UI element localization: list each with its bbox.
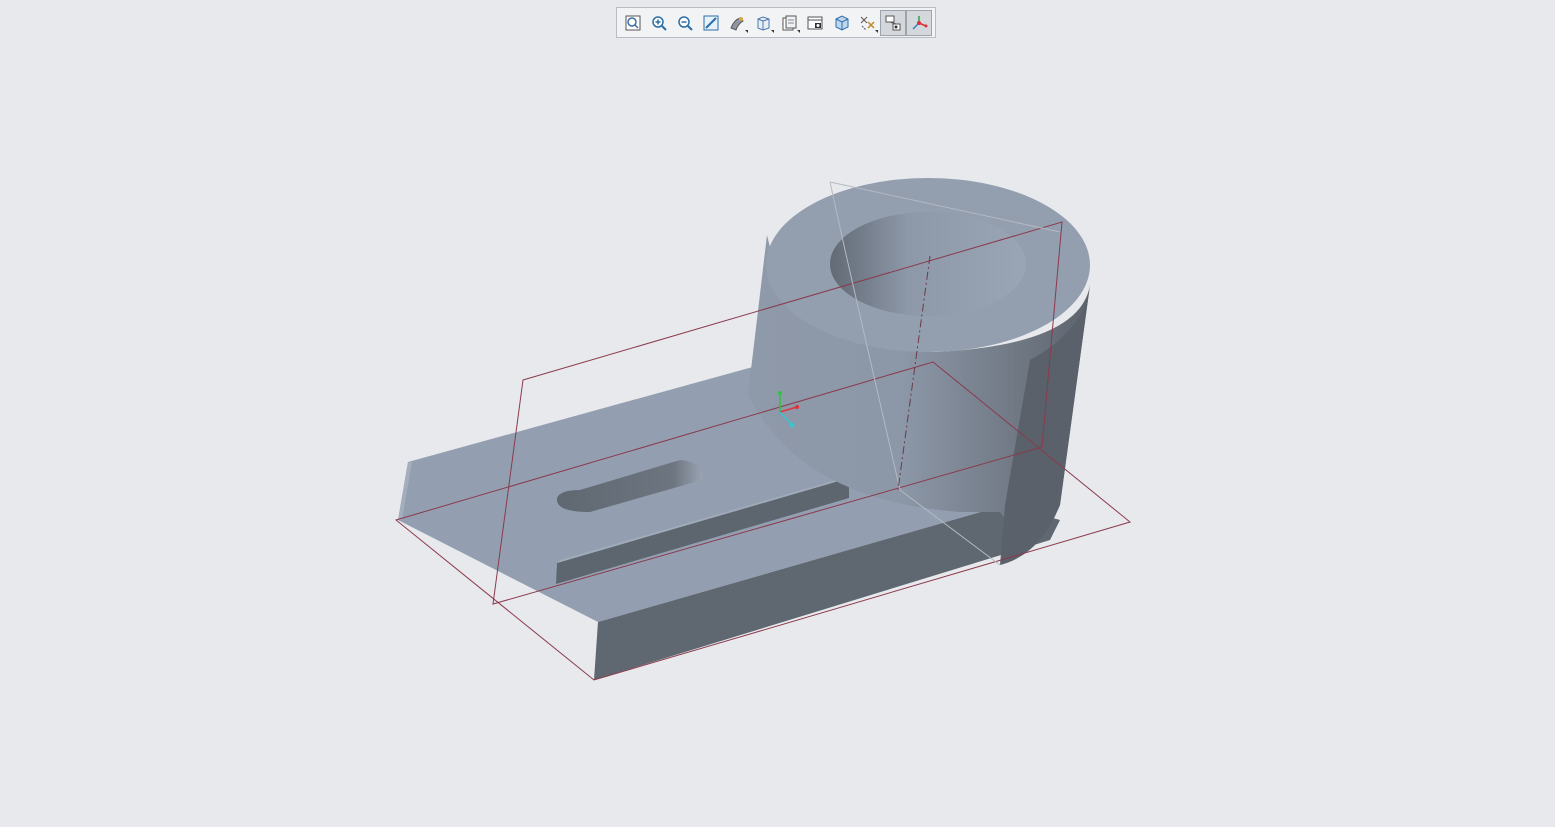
refit-icon (624, 14, 642, 32)
3d-model-viewport[interactable] (0, 0, 1555, 827)
view-manager-button[interactable] (802, 10, 828, 36)
zoom-out-icon (676, 14, 694, 32)
repaint-icon (702, 14, 720, 32)
spin-center-button[interactable] (906, 9, 932, 36)
repaint-button[interactable] (698, 10, 724, 36)
datum-display-filters-button[interactable] (854, 10, 880, 36)
view-manager-icon (806, 14, 824, 32)
datum-display-filters-icon (858, 14, 876, 32)
named-views-icon (780, 14, 798, 32)
spin-center-icon (910, 14, 928, 32)
display-style-icon (728, 14, 746, 32)
zoom-in-icon (650, 14, 668, 32)
graphics-toolbar (616, 7, 936, 38)
named-views-button[interactable] (776, 10, 802, 36)
perspective-view-icon (832, 14, 850, 32)
bore-hole[interactable] (830, 212, 1026, 316)
display-style-button[interactable] (724, 10, 750, 36)
part-model[interactable] (398, 178, 1090, 680)
annotation-display-button[interactable] (880, 9, 906, 36)
saved-orientations-button[interactable] (750, 10, 776, 36)
perspective-view-button[interactable] (828, 10, 854, 36)
annotation-display-icon (884, 14, 902, 32)
saved-orientations-icon (754, 14, 772, 32)
refit-button[interactable] (620, 10, 646, 36)
zoom-in-button[interactable] (646, 10, 672, 36)
zoom-out-button[interactable] (672, 10, 698, 36)
